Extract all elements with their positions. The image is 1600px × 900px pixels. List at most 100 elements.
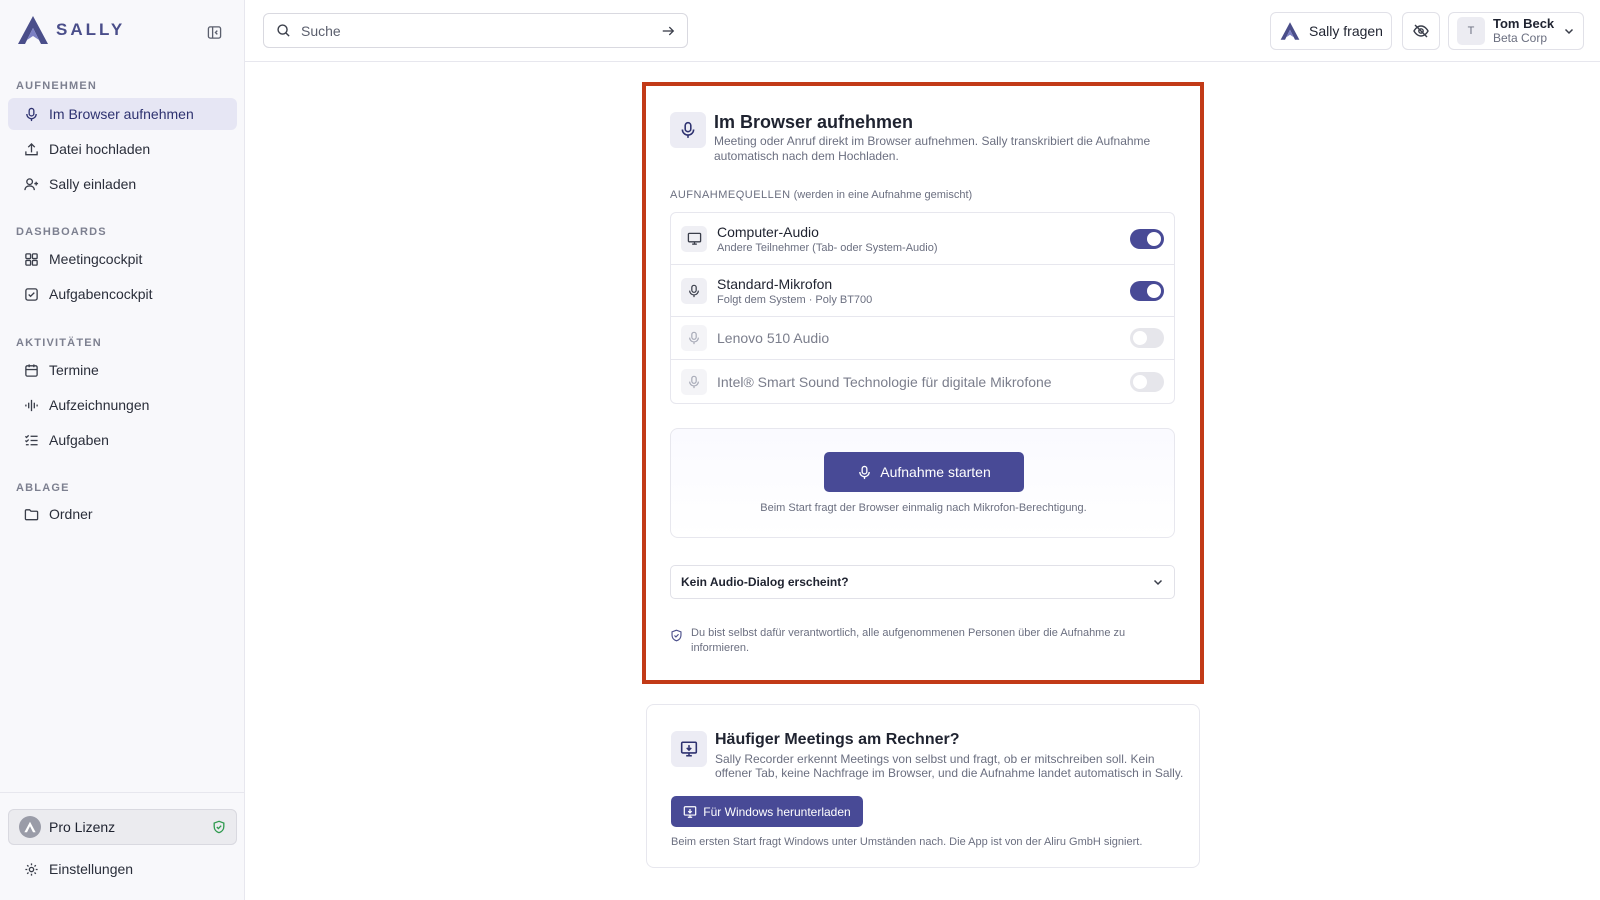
- sidebar-item-aufgabencockpit[interactable]: Aufgabencockpit: [8, 278, 237, 310]
- user-name: Tom Beck: [1493, 15, 1555, 31]
- source-name: Computer-Audio: [717, 223, 819, 240]
- source-name: Lenovo 510 Audio: [717, 330, 830, 346]
- waveform-icon: [25, 399, 38, 411]
- desktop-recorder-card: Häufiger Meetings am Rechner? Sally Reco…: [646, 704, 1200, 868]
- sources-label: AUFNAHMEQUELLEN: [670, 189, 791, 201]
- sources-heading: AUFNAHMEQUELLEN (werden in eine Aufnahme…: [670, 189, 972, 201]
- sidebar-item-label: Meetingcockpit: [49, 251, 143, 267]
- topbar: Suche Sally fragen T Tom Beck Beta Corp: [245, 0, 1600, 62]
- sidebar-item-ordner[interactable]: Ordner: [8, 498, 237, 530]
- source-toggle[interactable]: [1130, 228, 1164, 249]
- monitor-download-icon: [683, 805, 697, 818]
- sidebar-item-sally-einladen[interactable]: Sally einladen: [8, 168, 237, 200]
- source-icon-tile: [681, 277, 707, 304]
- license-label: Pro Lizenz: [49, 819, 116, 835]
- responsibility-text: Du bist selbst dafür verantwortlich, all…: [691, 627, 1126, 654]
- chevron-down-icon: [1564, 28, 1574, 35]
- sidebar-item-label: Sally einladen: [49, 176, 137, 192]
- audio-dialog-question: Kein Audio-Dialog erscheint?: [681, 575, 849, 589]
- sidebar-item-label: Aufgabencockpit: [49, 286, 153, 302]
- source-toggle[interactable]: [1130, 328, 1164, 348]
- sidebar-item-termine[interactable]: Termine: [8, 354, 237, 386]
- license-box[interactable]: Pro Lizenz: [8, 809, 237, 845]
- source-subtitle: Andere Teilnehmer (Tab- oder System-Audi…: [717, 241, 938, 254]
- sidebar-item-aufgaben[interactable]: Aufgaben: [8, 424, 237, 456]
- browser-record-card: Im Browser aufnehmen Meeting oder Anruf …: [646, 86, 1200, 680]
- source-icon-tile: [681, 325, 707, 351]
- sidebar-item-aufzeichnungen[interactable]: Aufzeichnungen: [8, 389, 237, 421]
- download-windows-button[interactable]: Für Windows herunterladen: [671, 796, 863, 827]
- user-plus-icon: [24, 177, 39, 190]
- start-recording-label: Aufnahme starten: [880, 464, 991, 480]
- source-row-standard-mikrofon[interactable]: Standard-Mikrofon Folgt dem System · Pol…: [671, 265, 1174, 317]
- ask-sally-label: Sally fragen: [1309, 23, 1383, 39]
- brand-name: SALLY: [56, 20, 126, 39]
- page-title: Im Browser aufnehmen: [714, 112, 914, 132]
- source-toggle[interactable]: [1130, 280, 1164, 301]
- start-recording-button[interactable]: Aufnahme starten: [824, 452, 1024, 492]
- shield-check-icon: [213, 820, 225, 834]
- section-label-aufnehmen: AUFNEHMEN: [16, 80, 98, 92]
- source-icon-tile: [681, 368, 707, 395]
- sidebar-item-einstellungen[interactable]: Einstellungen: [8, 853, 237, 885]
- chevron-down-icon: [1153, 579, 1163, 586]
- sally-logo[interactable]: SALLY: [16, 14, 125, 46]
- source-icon-tile: [681, 225, 707, 252]
- monitor-download-icon: [680, 741, 698, 757]
- grid-icon: [25, 252, 38, 266]
- sidebar-toggle-icon: [207, 25, 221, 39]
- sidebar-item-label: Datei hochladen: [49, 141, 151, 157]
- monitor-icon: [687, 232, 701, 245]
- start-hint: Beim Start fragt der Browser einmalig na…: [760, 502, 1087, 514]
- ask-sally-button[interactable]: Sally fragen: [1270, 12, 1392, 50]
- mic-icon: [689, 375, 699, 388]
- sidebar-item-label: Aufzeichnungen: [49, 397, 150, 413]
- sidebar-item-im-browser-aufnehmen[interactable]: Im Browser aufnehmen: [8, 98, 237, 130]
- mic-icon: [681, 121, 695, 138]
- arrow-right-icon[interactable]: [661, 24, 675, 38]
- source-subtitle: Folgt dem System · Poly BT700: [717, 293, 873, 306]
- audio-dialog-help-toggle[interactable]: Kein Audio-Dialog erscheint?: [670, 565, 1175, 599]
- search-placeholder: Suche: [301, 22, 341, 39]
- section-label-dashboards: DASHBOARDS: [16, 226, 107, 238]
- sally-mini-logo-icon: [24, 821, 36, 833]
- source-name: Standard-Mikrofon: [717, 275, 833, 292]
- card-icon-tile: [670, 112, 706, 148]
- privacy-toggle-button[interactable]: [1402, 12, 1440, 50]
- recorder-card-description: Sally Recorder erkennt Meetings von selb…: [715, 752, 1184, 780]
- search-icon: [277, 24, 290, 37]
- sally-logo-icon: [1280, 22, 1300, 40]
- start-recording-panel: Aufnahme starten Beim Start fragt der Br…: [670, 428, 1175, 538]
- sidebar-item-datei-hochladen[interactable]: Datei hochladen: [8, 133, 237, 165]
- sidebar-collapse-button[interactable]: [204, 22, 224, 42]
- source-toggle[interactable]: [1130, 371, 1164, 392]
- sally-logo-icon: [18, 16, 48, 44]
- section-label-aktivitaeten: AKTIVITÄTEN: [16, 337, 102, 349]
- recorder-card-title: Häufiger Meetings am Rechner?: [715, 731, 960, 748]
- avatar: T: [1457, 17, 1485, 45]
- sidebar-item-label: Im Browser aufnehmen: [49, 106, 194, 122]
- responsibility-note: Du bist selbst dafür verantwortlich, all…: [670, 626, 1170, 656]
- sources-hint: (werden in eine Aufnahme gemischt): [793, 189, 973, 201]
- sidebar-item-label: Ordner: [49, 506, 93, 522]
- mic-icon: [26, 107, 37, 121]
- user-menu[interactable]: T Tom Beck Beta Corp: [1448, 12, 1584, 50]
- sidebar-item-meetingcockpit[interactable]: Meetingcockpit: [8, 243, 237, 275]
- task-list-icon: [24, 434, 38, 445]
- source-row-intel-smart-sound[interactable]: Intel® Smart Sound Technologie für digit…: [671, 360, 1174, 403]
- source-row-lenovo-510-audio[interactable]: Lenovo 510 Audio: [671, 317, 1174, 360]
- search-input[interactable]: Suche: [263, 13, 688, 48]
- mic-icon: [859, 465, 871, 479]
- eye-off-icon: [1413, 24, 1429, 38]
- calendar-icon: [25, 363, 38, 377]
- sidebar-item-label: Termine: [49, 362, 99, 378]
- shield-check-icon: [671, 629, 682, 642]
- folder-icon: [24, 508, 39, 520]
- sidebar: SALLY AUFNEHMEN Im Browser aufnehmen Dat…: [0, 0, 245, 900]
- source-list: Computer-Audio Andere Teilnehmer (Tab- o…: [670, 212, 1175, 404]
- license-avatar: [19, 816, 41, 838]
- mic-icon: [689, 284, 699, 297]
- sidebar-item-label: Aufgaben: [49, 432, 109, 448]
- source-row-computer-audio[interactable]: Computer-Audio Andere Teilnehmer (Tab- o…: [671, 213, 1174, 265]
- sidebar-divider: [0, 792, 245, 793]
